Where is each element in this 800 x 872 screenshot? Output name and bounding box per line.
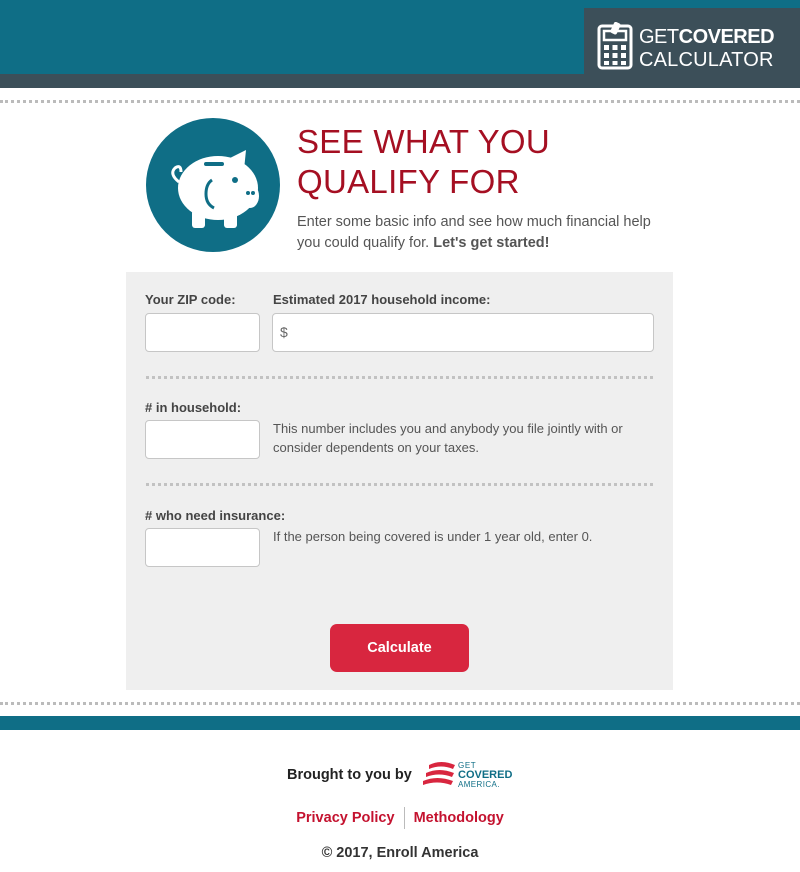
dotted-divider-top <box>0 100 800 103</box>
zip-label: Your ZIP code: <box>145 292 236 307</box>
household-help: This number includes you and anybody you… <box>273 421 623 455</box>
piggy-bank-badge <box>146 118 280 252</box>
household-label: # in household: <box>145 400 242 415</box>
page-title-line2: QUALIFY FOR <box>297 163 520 200</box>
methodology-link[interactable]: Methodology <box>414 810 504 826</box>
page-title: SEE WHAT YOU QUALIFY FOR <box>297 122 597 202</box>
brand-line1-bold: COVERED <box>678 26 775 48</box>
insured-label: # who need insurance: <box>145 508 286 523</box>
insured-input[interactable] <box>145 528 260 567</box>
insured-help: If the person being covered is under 1 y… <box>273 529 593 544</box>
form-separator-1 <box>146 376 653 379</box>
intro-text-bold: Let's get started! <box>433 235 550 251</box>
piggy-bank-icon <box>171 150 259 228</box>
currency-prefix: $ <box>280 324 288 340</box>
brand-logo[interactable]: GETCOVERED CALCULATOR <box>584 8 800 88</box>
privacy-policy-link[interactable]: Privacy Policy <box>296 810 394 826</box>
income-input[interactable]: $ <box>272 313 654 352</box>
brand-line2: CALCULATOR <box>639 49 774 71</box>
link-divider <box>403 807 405 829</box>
calculator-form: Your ZIP code: Estimated 2017 household … <box>126 272 673 690</box>
get-covered-america-logo[interactable]: GET COVERED AMERICA. <box>421 759 517 793</box>
brought-by-text: Brought to you by <box>287 767 412 783</box>
form-separator-2 <box>146 483 653 486</box>
household-input[interactable] <box>145 420 260 459</box>
income-label: Estimated 2017 household income: <box>273 292 491 307</box>
calculate-button[interactable]: Calculate <box>330 624 469 672</box>
footer-band <box>0 716 800 730</box>
copyright: © 2017, Enroll America <box>321 845 479 861</box>
footer-links: Privacy Policy Methodology <box>0 807 800 829</box>
dotted-divider-bottom <box>0 702 800 705</box>
brand-wordmark: GETCOVERED CALCULATOR <box>639 26 775 71</box>
brand-line1-thin: GET <box>639 26 679 48</box>
calculator-icon <box>597 22 633 70</box>
partner-logo-line3: AMERICA. <box>458 780 500 789</box>
flag-stripes-icon <box>423 762 455 785</box>
page-title-line1: SEE WHAT YOU <box>297 123 550 160</box>
intro-text: Enter some basic info and see how much f… <box>297 212 667 254</box>
zip-input[interactable] <box>145 313 260 352</box>
